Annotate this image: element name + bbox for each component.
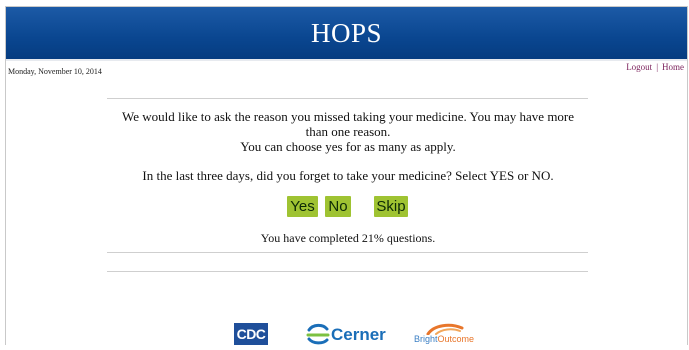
cerner-mark-icon [306, 323, 330, 345]
yes-button[interactable]: Yes [287, 196, 318, 217]
content-divider-middle [107, 252, 588, 253]
app-header: HOPS [6, 7, 687, 59]
cerner-logo-text: Cerner [331, 325, 386, 344]
app-title: HOPS [310, 18, 383, 48]
home-link[interactable]: Home [662, 62, 684, 72]
nav-separator: | [656, 62, 658, 72]
question-intro-line1: We would like to ask the reason you miss… [121, 109, 575, 124]
logout-link[interactable]: Logout [626, 62, 652, 72]
progress-text: You have completed 21% questions. [260, 231, 436, 245]
question-intro-line2: than one reason. [305, 124, 391, 139]
header-divider [6, 59, 687, 61]
question-intro-line3: You can choose yes for as many as apply. [240, 139, 456, 154]
current-date: Monday, November 10, 2014 [8, 67, 102, 76]
brightoutcome-text-part1: Bright [414, 334, 438, 344]
content-divider-bottom [107, 271, 588, 272]
skip-button[interactable]: Skip [374, 196, 408, 217]
top-nav: Logout | Home [626, 62, 684, 72]
cerner-logo: Cerner [306, 323, 386, 345]
brightoutcome-text-part2: Outcome [437, 334, 475, 344]
brightoutcome-text: BrightOutcome [414, 334, 474, 344]
no-button[interactable]: No [325, 196, 351, 217]
question-prompt: In the last three days, did you forget t… [142, 168, 554, 183]
cdc-logo: CDC [234, 323, 268, 345]
content-divider-top [107, 98, 588, 99]
